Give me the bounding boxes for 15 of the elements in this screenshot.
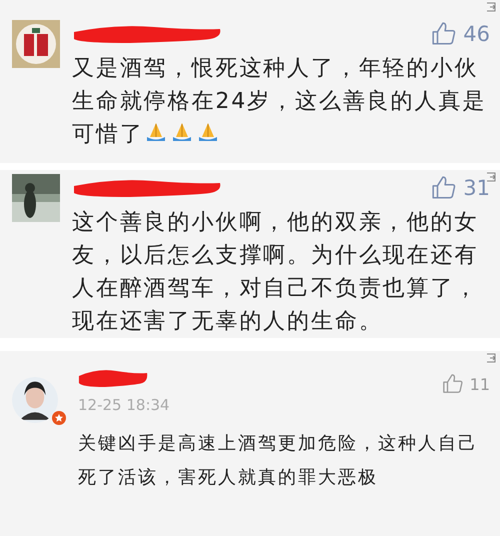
like-button[interactable]: 46: [431, 21, 490, 47]
like-button[interactable]: 11: [442, 373, 490, 395]
comment-time: 12-25 18:34: [78, 396, 170, 414]
like-button[interactable]: 31: [431, 175, 490, 201]
exit-icon[interactable]: [486, 172, 496, 182]
exit-icon[interactable]: [486, 2, 496, 12]
thumbs-up-icon: [431, 21, 458, 47]
comment-text: 这个善良的小伙啊，他的双亲，他的女友，以后怎么支撑啊。为什么现在还有人在醉酒驾车，对自己不负责也算了，现在还害了无辜的人的生命。: [72, 209, 480, 336]
thumbs-up-icon: [442, 373, 464, 395]
comment-text: 关键凶手是高速上酒驾更加危险，这种人自己死了活该，害死人就真的罪大恶极: [78, 432, 479, 490]
thumbs-up-icon: [431, 175, 458, 201]
avatar-silhouette: [12, 377, 58, 423]
exit-icon[interactable]: [486, 353, 496, 363]
comment-text: 又是酒驾，恨死这种人了，年轻的小伙生命就停格在24岁，这么善良的人真是可惜了: [72, 55, 488, 149]
redaction-mark: [78, 368, 148, 388]
